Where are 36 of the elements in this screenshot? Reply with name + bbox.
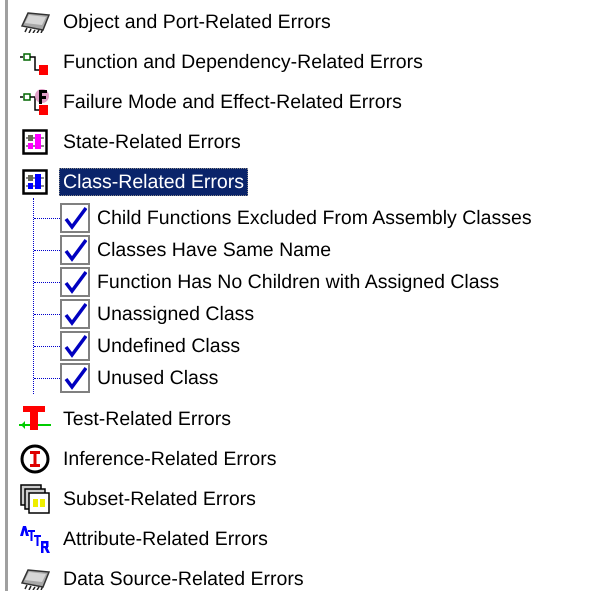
state-icon: [22, 129, 48, 155]
tree-item[interactable]: Object and Port-Related Errors: [59, 8, 335, 36]
checkmark-icon: [63, 206, 87, 230]
inference-icon: [20, 444, 50, 474]
tree-item[interactable]: Data Source-Related Errors: [59, 565, 308, 591]
tree-item[interactable]: Child Functions Excluded From Assembly Classes: [97, 206, 532, 230]
fmea-icon: [20, 88, 50, 116]
checkbox[interactable]: [60, 331, 90, 361]
tree-item[interactable]: Class-Related Errors: [59, 168, 248, 196]
tree-item[interactable]: Classes Have Same Name: [97, 238, 332, 262]
checkbox[interactable]: [60, 299, 90, 329]
tree-item[interactable]: State-Related Errors: [59, 128, 245, 156]
tree-item[interactable]: Test-Related Errors: [59, 405, 235, 433]
checkbox[interactable]: [60, 235, 90, 265]
tree-item[interactable]: Function and Dependency-Related Errors: [59, 48, 427, 76]
tree-item[interactable]: Attribute-Related Errors: [59, 525, 272, 553]
checkmark-icon: [63, 238, 87, 262]
tree-item[interactable]: Undefined Class: [97, 334, 240, 358]
tree-item[interactable]: Function Has No Children with Assigned Class: [97, 270, 500, 294]
checkmark-icon: [63, 270, 87, 294]
tree-item[interactable]: Subset-Related Errors: [59, 485, 260, 513]
class-icon: [22, 169, 48, 195]
checkmark-icon: [63, 302, 87, 326]
chip-icon: [20, 11, 50, 33]
attribute-icon: [20, 524, 50, 554]
checkbox[interactable]: [60, 363, 90, 393]
tree-item[interactable]: Unused Class: [97, 366, 218, 390]
tree-item[interactable]: Unassigned Class: [97, 302, 254, 326]
tree-item[interactable]: Failure Mode and Effect-Related Errors: [59, 88, 406, 116]
subset-icon: [20, 484, 50, 514]
checkbox[interactable]: [60, 267, 90, 297]
checkbox[interactable]: [60, 203, 90, 233]
checkmark-icon: [63, 334, 87, 358]
test-icon: [18, 405, 50, 433]
tree-item[interactable]: Inference-Related Errors: [59, 445, 281, 473]
checkmark-icon: [63, 366, 87, 390]
